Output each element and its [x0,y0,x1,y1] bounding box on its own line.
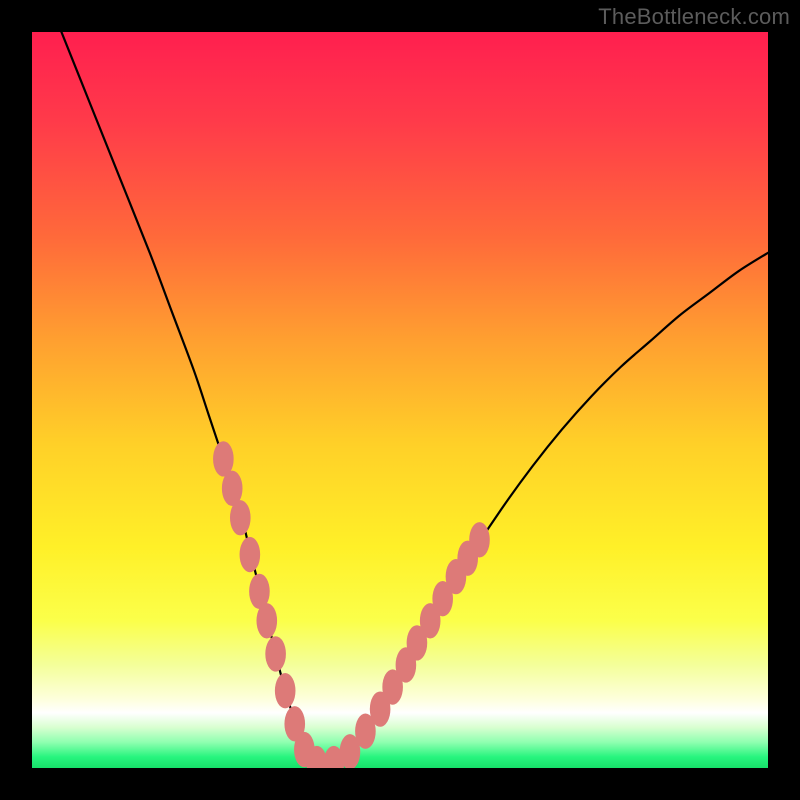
marker-point [265,636,286,671]
plot-area [32,32,768,768]
marker-point [469,522,490,557]
marker-point [256,603,277,638]
watermark-text: TheBottleneck.com [598,4,790,30]
chart-frame: TheBottleneck.com [0,0,800,800]
marker-point [230,500,251,535]
marker-group [213,441,490,768]
marker-point [240,537,261,572]
marker-point [275,673,296,708]
plot-svg [32,32,768,768]
